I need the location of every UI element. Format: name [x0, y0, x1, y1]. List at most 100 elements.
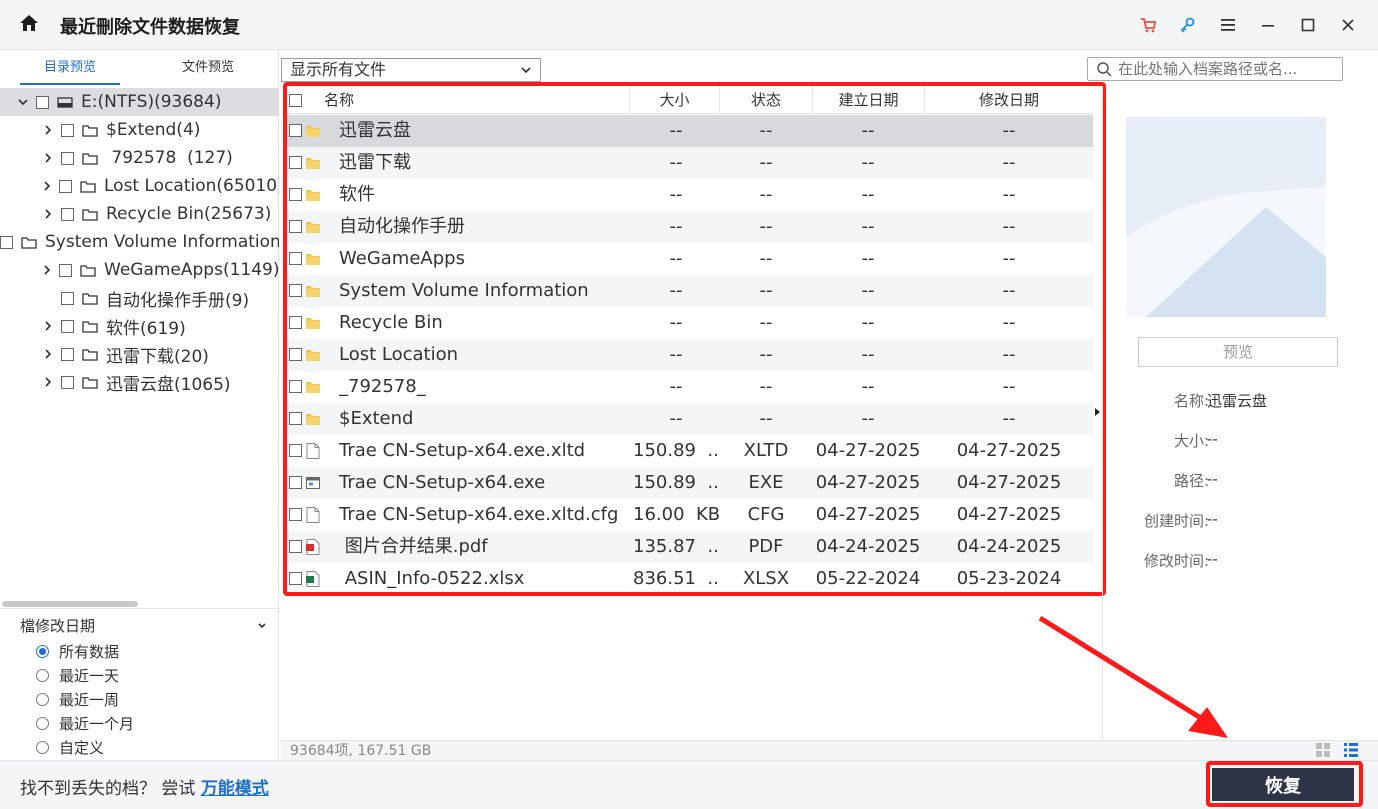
column-header-name[interactable]: 名称	[305, 86, 630, 114]
column-header-status[interactable]: 状态	[720, 86, 813, 114]
tree-checkbox[interactable]	[0, 235, 13, 249]
chevron-right-icon[interactable]	[42, 152, 54, 164]
table-row[interactable]: Recycle Bin -- -- -- --	[285, 307, 1093, 339]
left-tabs: 目录预览 文件预览	[0, 50, 279, 86]
date-option-custom[interactable]: 自定义	[36, 737, 104, 758]
chevron-right-icon[interactable]	[42, 208, 54, 220]
column-header-size[interactable]: 大小	[630, 86, 720, 114]
universal-mode-link[interactable]: 万能模式	[201, 779, 269, 799]
tree-checkbox[interactable]	[61, 151, 74, 165]
chevron-right-icon[interactable]	[42, 180, 52, 192]
date-option-all[interactable]: 所有数据	[36, 641, 119, 662]
tree-checkbox[interactable]	[59, 179, 72, 193]
grid-view-icon[interactable]	[1316, 743, 1330, 757]
table-row[interactable]: 迅雷云盘 -- -- -- --	[285, 115, 1093, 147]
column-header-modified[interactable]: 修改日期	[925, 86, 1093, 114]
close-icon[interactable]	[1336, 13, 1360, 37]
preview-button[interactable]: 预览	[1138, 337, 1338, 367]
search-input[interactable]	[1118, 59, 1338, 79]
tree-checkbox[interactable]	[36, 95, 49, 109]
chevron-right-icon[interactable]	[42, 348, 54, 360]
radio-button[interactable]	[36, 693, 49, 706]
search-box[interactable]	[1087, 57, 1343, 81]
chevron-down-icon[interactable]	[256, 619, 268, 631]
row-checkbox[interactable]	[289, 220, 302, 233]
table-row[interactable]: Trae CN-Setup-x64.exe.xltd 150.89 ... XLTD…	[285, 435, 1093, 467]
table-row[interactable]: WeGameApps -- -- -- --	[285, 243, 1093, 275]
tree-checkbox[interactable]	[59, 263, 72, 277]
tab-file-preview[interactable]: 文件预览	[158, 50, 258, 86]
recover-button[interactable]: 恢复	[1212, 768, 1354, 801]
tree-item-drive[interactable]: E:(NTFS)(93684)	[0, 88, 279, 116]
radio-button[interactable]	[36, 717, 49, 730]
tree-checkbox[interactable]	[61, 319, 74, 333]
tree-item[interactable]: Lost Location(65010)	[0, 172, 279, 200]
file-filter-select[interactable]: 显示所有文件	[281, 58, 541, 82]
row-checkbox[interactable]	[289, 156, 302, 169]
tree-item[interactable]: 792578 (127)	[0, 144, 279, 172]
row-checkbox[interactable]	[289, 284, 302, 297]
scrollbar-thumb[interactable]	[2, 601, 138, 607]
row-checkbox[interactable]	[289, 476, 302, 489]
tree-checkbox[interactable]	[61, 347, 74, 361]
key-icon[interactable]	[1176, 13, 1200, 37]
table-row[interactable]: Trae CN-Setup-x64.exe 150.89 ... EXE 04-27-…	[285, 467, 1093, 499]
row-checkbox[interactable]	[289, 348, 302, 361]
table-row[interactable]: 软件 -- -- -- --	[285, 179, 1093, 211]
table-row[interactable]: Trae CN-Setup-x64.exe.xltd.cfg 16.00 KB CF…	[285, 499, 1093, 531]
table-row[interactable]: $Extend -- -- -- --	[285, 403, 1093, 435]
table-row[interactable]: ASIN_Info-0522.xlsx 836.51 ... XLSX 05-22-2…	[285, 563, 1093, 595]
table-row[interactable]: 自动化操作手册 -- -- -- --	[285, 211, 1093, 243]
tree-item[interactable]: 软件(619)	[0, 312, 279, 340]
tree-checkbox[interactable]	[61, 291, 74, 305]
row-checkbox[interactable]	[289, 572, 302, 585]
date-option-month[interactable]: 最近一个月	[36, 713, 134, 734]
row-checkbox[interactable]	[289, 380, 302, 393]
radio-button[interactable]	[36, 669, 49, 682]
chevron-down-icon[interactable]	[17, 96, 29, 108]
tree-horizontal-scrollbar[interactable]	[0, 601, 279, 607]
home-icon[interactable]	[18, 12, 40, 34]
tree-item[interactable]: $Extend(4)	[0, 116, 279, 144]
row-checkbox[interactable]	[289, 508, 302, 521]
row-checkbox[interactable]	[289, 252, 302, 265]
tree-item[interactable]: 迅雷下载(20)	[0, 340, 279, 368]
tree-checkbox[interactable]	[61, 375, 74, 389]
table-row[interactable]: 图片合并结果.pdf 135.87 ... PDF 04-24-2025 04-24-2…	[285, 531, 1093, 563]
tree-checkbox[interactable]	[61, 123, 74, 137]
tree-item[interactable]: 自动化操作手册(9)	[0, 284, 279, 312]
row-checkbox[interactable]	[289, 316, 302, 329]
tree-item[interactable]: WeGameApps(1149)	[0, 256, 279, 284]
select-all-checkbox[interactable]	[289, 94, 302, 107]
tree-item[interactable]: Recycle Bin(25673)	[0, 200, 279, 228]
chevron-right-icon[interactable]	[42, 320, 54, 332]
tab-directory-preview[interactable]: 目录预览	[20, 50, 120, 86]
row-checkbox[interactable]	[289, 540, 302, 553]
table-row[interactable]: 迅雷下载 -- -- -- --	[285, 147, 1093, 179]
date-option-week[interactable]: 最近一周	[36, 689, 119, 710]
table-row[interactable]: System Volume Information -- -- -- --	[285, 275, 1093, 307]
tree-item[interactable]: 迅雷云盘(1065)	[0, 368, 279, 396]
row-checkbox[interactable]	[289, 124, 302, 137]
maximize-icon[interactable]	[1296, 13, 1320, 37]
minimize-icon[interactable]	[1256, 13, 1280, 37]
row-checkbox[interactable]	[289, 412, 302, 425]
scroll-right-icon[interactable]	[1094, 407, 1102, 417]
list-view-icon[interactable]	[1344, 743, 1358, 757]
row-checkbox[interactable]	[289, 188, 302, 201]
menu-icon[interactable]	[1216, 13, 1240, 37]
chevron-right-icon[interactable]	[42, 376, 54, 388]
radio-button[interactable]	[36, 645, 49, 658]
column-header-created[interactable]: 建立日期	[813, 86, 925, 114]
cart-icon[interactable]	[1136, 13, 1160, 37]
chevron-right-icon[interactable]	[42, 124, 54, 136]
tree-item[interactable]: System Volume Information	[0, 228, 279, 256]
cell-created: 04-27-2025	[815, 440, 921, 461]
radio-button[interactable]	[36, 741, 49, 754]
table-row[interactable]: _792578_ -- -- -- --	[285, 371, 1093, 403]
chevron-right-icon[interactable]	[42, 264, 52, 276]
row-checkbox[interactable]	[289, 444, 302, 457]
tree-checkbox[interactable]	[61, 207, 74, 221]
date-option-day[interactable]: 最近一天	[36, 665, 119, 686]
table-row[interactable]: Lost Location -- -- -- --	[285, 339, 1093, 371]
